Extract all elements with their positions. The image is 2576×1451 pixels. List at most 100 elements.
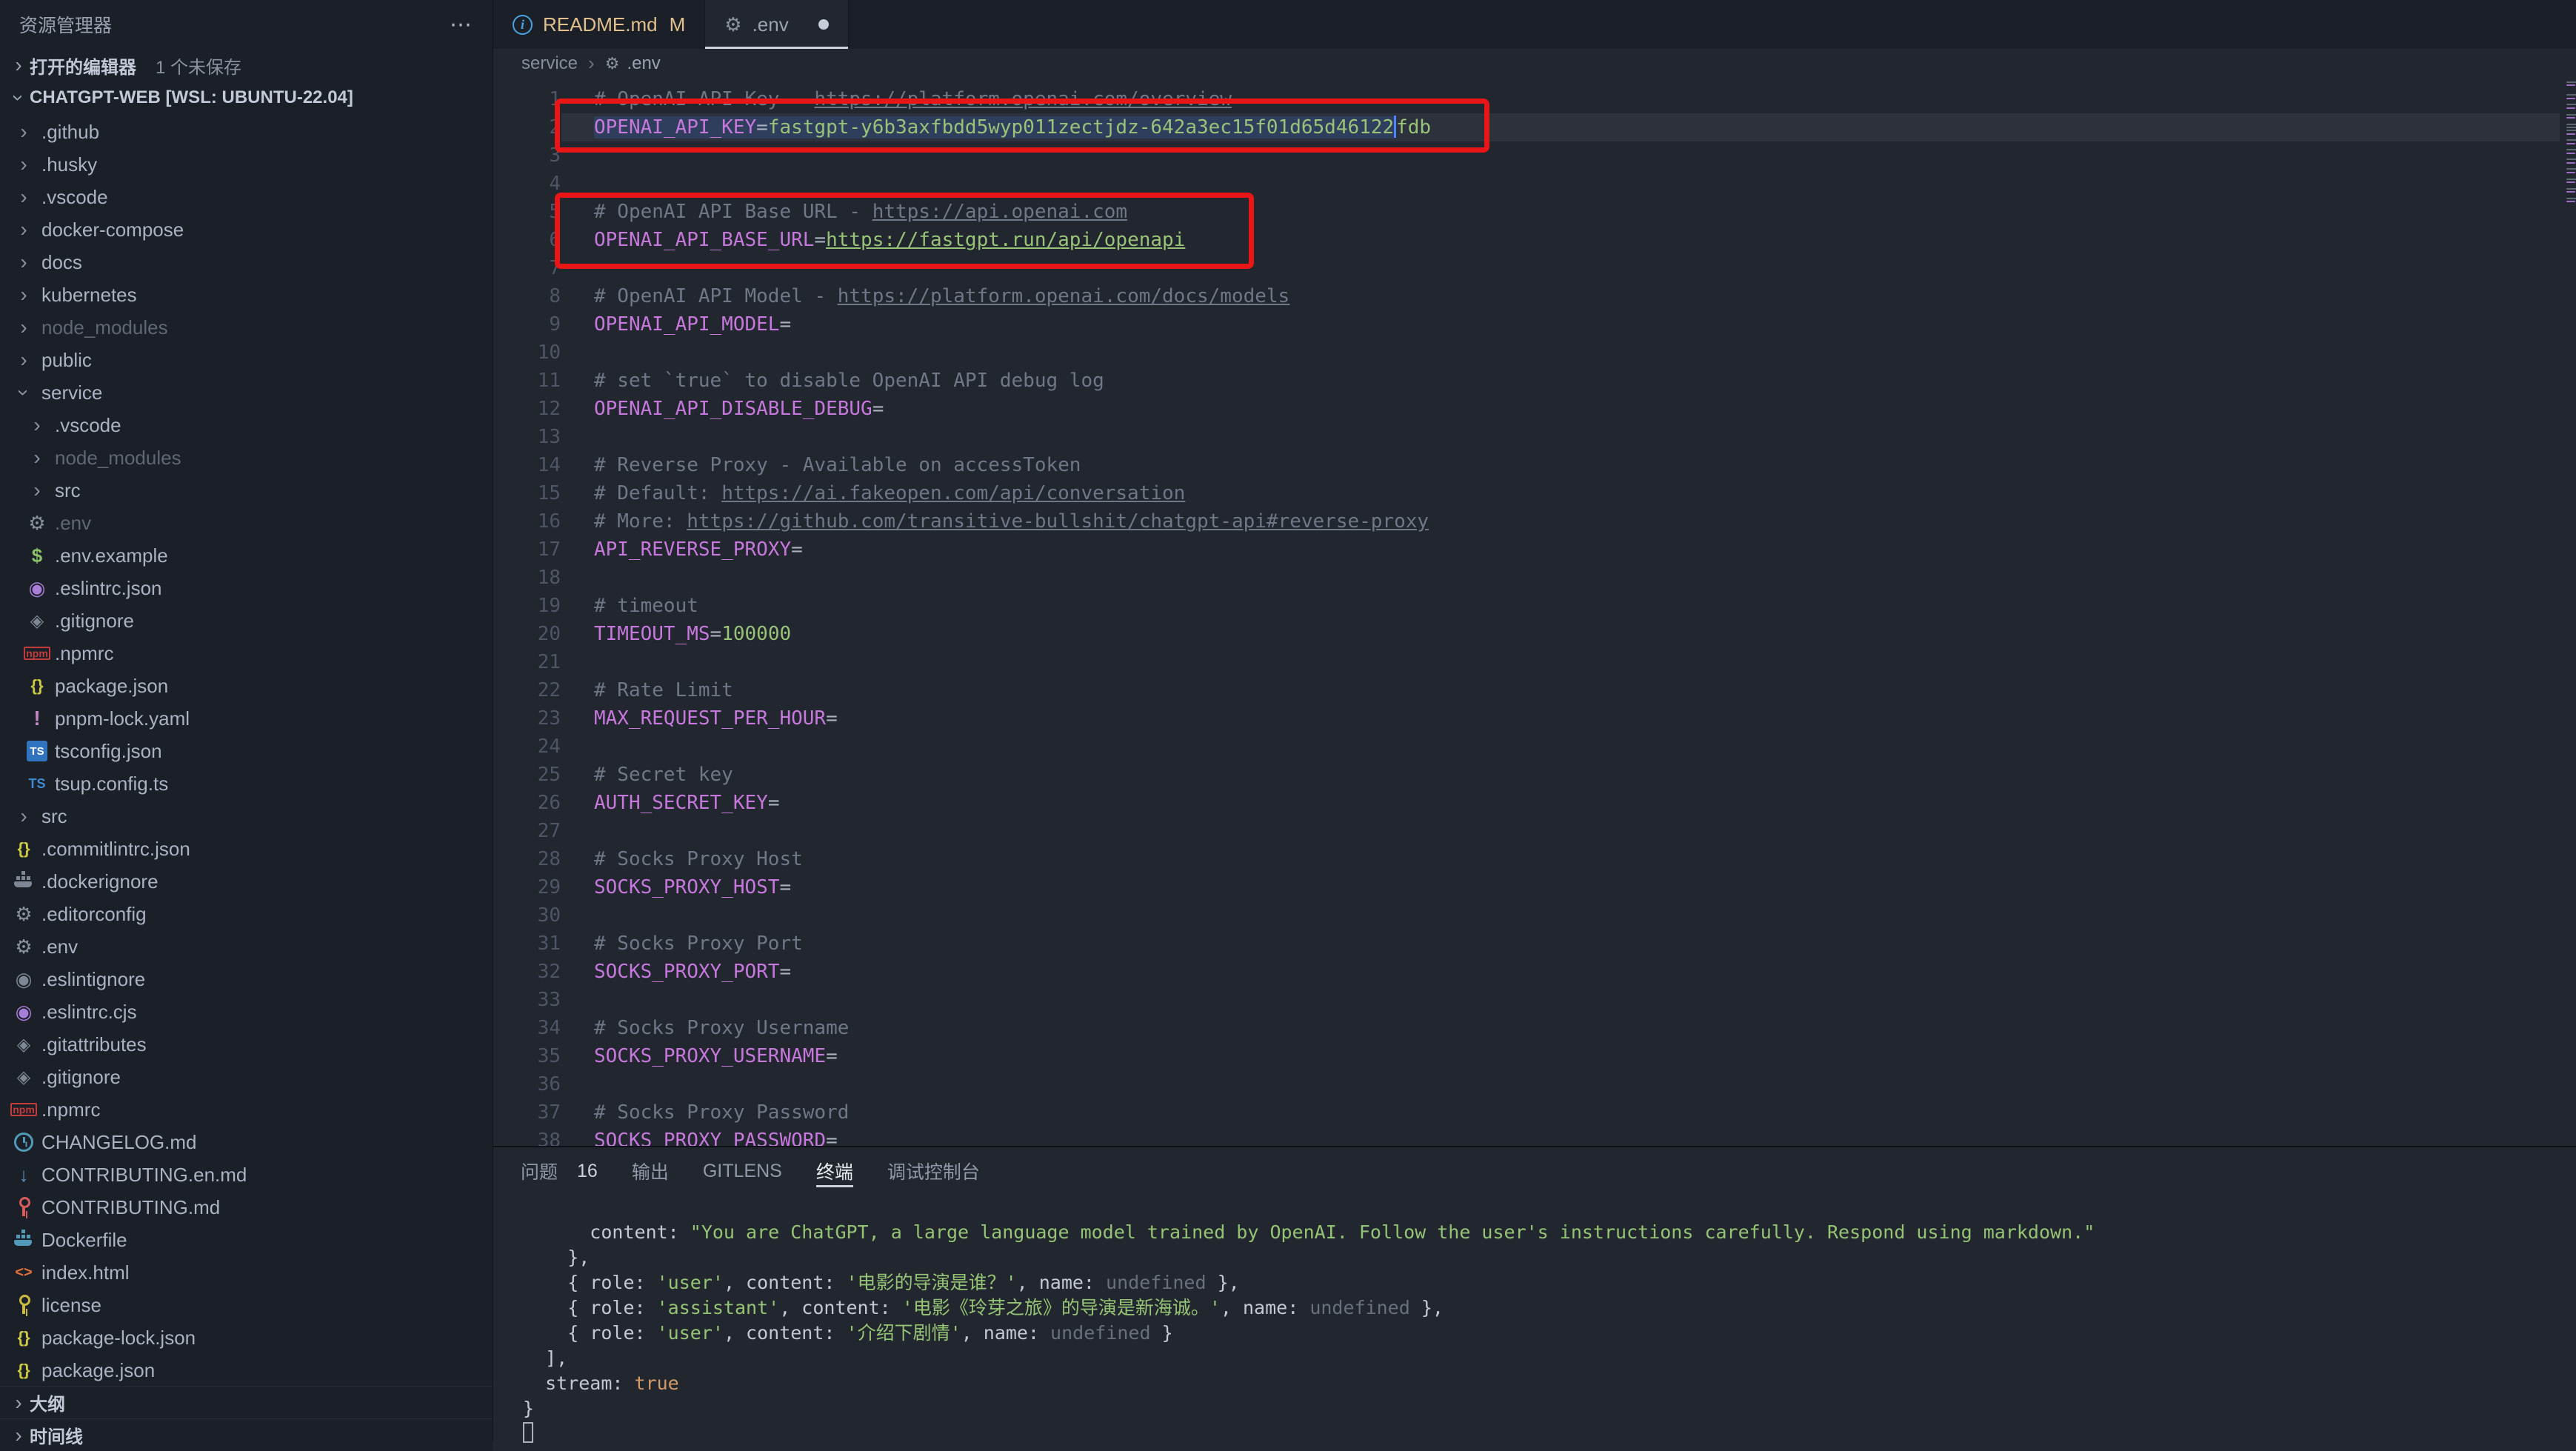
panel-tab-问题[interactable]: 问题16 — [521, 1147, 598, 1195]
code-line-12[interactable]: 12OPENAI_API_DISABLE_DEBUG= — [493, 395, 2576, 423]
tree-item-node_modules[interactable]: ›node_modules — [0, 311, 493, 344]
code-line-24[interactable]: 24 — [493, 733, 2576, 761]
code-line-4[interactable]: 4 — [493, 170, 2576, 198]
breadcrumb-file[interactable]: .env — [627, 53, 660, 74]
tree-item-.eslintrc.json[interactable]: ◉.eslintrc.json — [0, 572, 493, 604]
panel-tab-调试控制台[interactable]: 调试控制台 — [887, 1147, 980, 1195]
code-line-34[interactable]: 34# Socks Proxy Username — [493, 1014, 2576, 1042]
tree-item-index.html[interactable]: <>index.html — [0, 1256, 493, 1289]
terminal-output[interactable]: content: "You are ChatGPT, a large langu… — [493, 1195, 2576, 1447]
tree-item-.editorconfig[interactable]: ⚙.editorconfig — [0, 898, 493, 930]
code-line-38[interactable]: 38SOCKS_PROXY_PASSWORD= — [493, 1127, 2576, 1146]
code-line-30[interactable]: 30 — [493, 901, 2576, 930]
code-line-21[interactable]: 21 — [493, 648, 2576, 676]
unsaved-dot-icon[interactable] — [818, 19, 829, 30]
tree-item-src[interactable]: ›src — [0, 800, 493, 833]
tree-item-.npmrc[interactable]: npm.npmrc — [0, 1093, 493, 1126]
timeline-section[interactable]: › 时间线 — [0, 1418, 493, 1451]
tab-README.md[interactable]: iREADME.mdM — [493, 0, 705, 49]
code-line-20[interactable]: 20TIMEOUT_MS=100000 — [493, 620, 2576, 648]
tree-item-CONTRIBUTING.en.md[interactable]: ↓CONTRIBUTING.en.md — [0, 1158, 493, 1191]
code-line-33[interactable]: 33 — [493, 986, 2576, 1014]
tree-item-src[interactable]: ›src — [0, 474, 493, 507]
code-line-29[interactable]: 29SOCKS_PROXY_HOST= — [493, 873, 2576, 901]
unsaved-badge: 1 个未保存 — [156, 53, 241, 79]
outline-label: 大纲 — [30, 1390, 65, 1415]
code-line-1[interactable]: 1# OpenAI API Key - https://platform.ope… — [493, 85, 2576, 113]
minimap[interactable] — [2566, 78, 2576, 1146]
tree-item-docs[interactable]: ›docs — [0, 246, 493, 278]
code-line-36[interactable]: 36 — [493, 1070, 2576, 1098]
tree-item-.npmrc[interactable]: npm.npmrc — [0, 637, 493, 670]
code-editor[interactable]: 1# OpenAI API Key - https://platform.ope… — [493, 78, 2576, 1146]
tree-item-tsup.config.ts[interactable]: TStsup.config.ts — [0, 767, 493, 800]
tree-item-CONTRIBUTING.md[interactable]: CONTRIBUTING.md — [0, 1191, 493, 1224]
tree-item-package.json[interactable]: {}package.json — [0, 1354, 493, 1387]
code-line-32[interactable]: 32SOCKS_PROXY_PORT= — [493, 958, 2576, 986]
tree-item-CHANGELOG.md[interactable]: CHANGELOG.md — [0, 1126, 493, 1158]
code-line-2[interactable]: 2OPENAI_API_KEY=fastgpt-y6b3axfbdd5wyp01… — [493, 113, 2576, 141]
code-line-14[interactable]: 14# Reverse Proxy - Available on accessT… — [493, 451, 2576, 479]
code-line-31[interactable]: 31# Socks Proxy Port — [493, 930, 2576, 958]
tree-item-package-lock.json[interactable]: {}package-lock.json — [0, 1321, 493, 1354]
code-line-27[interactable]: 27 — [493, 817, 2576, 845]
panel-tab-输出[interactable]: 输出 — [632, 1147, 669, 1195]
tree-item-kubernetes[interactable]: ›kubernetes — [0, 278, 493, 311]
code-line-35[interactable]: 35SOCKS_PROXY_USERNAME= — [493, 1042, 2576, 1070]
outline-section[interactable]: › 大纲 — [0, 1386, 493, 1418]
tree-item-.github[interactable]: ›.github — [0, 116, 493, 148]
code-line-37[interactable]: 37# Socks Proxy Password — [493, 1098, 2576, 1127]
panel-tab-GITLENS[interactable]: GITLENS — [703, 1147, 782, 1195]
panel-tab-终端[interactable]: 终端 — [816, 1147, 853, 1195]
code-line-15[interactable]: 15# Default: https://ai.fakeopen.com/api… — [493, 479, 2576, 507]
tree-item-.dockerignore[interactable]: .dockerignore — [0, 865, 493, 898]
tree-item-.vscode[interactable]: ›.vscode — [0, 409, 493, 441]
tree-item-pnpm-lock.yaml[interactable]: !pnpm-lock.yaml — [0, 702, 493, 735]
code-line-9[interactable]: 9OPENAI_API_MODEL= — [493, 310, 2576, 338]
tree-item-.env[interactable]: ⚙.env — [0, 930, 493, 963]
code-line-16[interactable]: 16# More: https://github.com/transitive-… — [493, 507, 2576, 536]
more-actions-icon[interactable]: ⋯ — [450, 12, 473, 38]
breadcrumb[interactable]: service › ⚙ .env — [493, 49, 2576, 78]
code-line-3[interactable]: 3 — [493, 141, 2576, 170]
tree-item-.eslintrc.cjs[interactable]: ◉.eslintrc.cjs — [0, 995, 493, 1028]
tree-item-Dockerfile[interactable]: Dockerfile — [0, 1224, 493, 1256]
tree-item-.env.example[interactable]: $.env.example — [0, 539, 493, 572]
code-line-19[interactable]: 19# timeout — [493, 592, 2576, 620]
tree-item-package.json[interactable]: {}package.json — [0, 670, 493, 702]
tree-item-license[interactable]: license — [0, 1289, 493, 1321]
code-line-7[interactable]: 7 — [493, 254, 2576, 282]
tree-item-.gitignore[interactable]: ◈.gitignore — [0, 604, 493, 637]
tree-item-node_modules[interactable]: ›node_modules — [0, 441, 493, 474]
tree-item-.vscode[interactable]: ›.vscode — [0, 181, 493, 213]
open-editors-section[interactable]: › 打开的编辑器 1 个未保存 — [0, 49, 493, 81]
breadcrumb-folder[interactable]: service — [521, 53, 578, 74]
code-line-18[interactable]: 18 — [493, 564, 2576, 592]
code-line-23[interactable]: 23MAX_REQUEST_PER_HOUR= — [493, 704, 2576, 733]
tree-item-.husky[interactable]: ›.husky — [0, 148, 493, 181]
code-line-22[interactable]: 22# Rate Limit — [493, 676, 2576, 704]
tree-item-tsconfig.json[interactable]: TStsconfig.json — [0, 735, 493, 767]
project-section[interactable]: › CHATGPT-WEB [WSL: UBUNTU-22.04] — [0, 81, 493, 114]
tree-item-docker-compose[interactable]: ›docker-compose — [0, 213, 493, 246]
tree-item-.eslintignore[interactable]: ◉.eslintignore — [0, 963, 493, 995]
tree-item-.gitignore[interactable]: ◈.gitignore — [0, 1061, 493, 1093]
tree-item-public[interactable]: ›public — [0, 344, 493, 376]
code-line-8[interactable]: 8# OpenAI API Model - https://platform.o… — [493, 282, 2576, 310]
code-line-6[interactable]: 6OPENAI_API_BASE_URL=https://fastgpt.run… — [493, 226, 2576, 254]
code-line-17[interactable]: 17API_REVERSE_PROXY= — [493, 536, 2576, 564]
tree-item-service[interactable]: ›service — [0, 376, 493, 409]
code-line-13[interactable]: 13 — [493, 423, 2576, 451]
tree-item-.gitattributes[interactable]: ◈.gitattributes — [0, 1028, 493, 1061]
npm-icon: npm — [24, 647, 50, 660]
tree-item-.commitlintrc.json[interactable]: {}.commitlintrc.json — [0, 833, 493, 865]
code-line-11[interactable]: 11# set `true` to disable OpenAI API deb… — [493, 367, 2576, 395]
code-line-25[interactable]: 25# Secret key — [493, 761, 2576, 789]
code-line-26[interactable]: 26AUTH_SECRET_KEY= — [493, 789, 2576, 817]
code-text: SOCKS_PROXY_PORT= — [594, 958, 791, 986]
code-line-10[interactable]: 10 — [493, 338, 2576, 367]
code-line-5[interactable]: 5# OpenAI API Base URL - https://api.ope… — [493, 198, 2576, 226]
tree-item-.env[interactable]: ⚙.env — [0, 507, 493, 539]
tab-.env[interactable]: ⚙.env — [705, 0, 848, 49]
code-line-28[interactable]: 28# Socks Proxy Host — [493, 845, 2576, 873]
